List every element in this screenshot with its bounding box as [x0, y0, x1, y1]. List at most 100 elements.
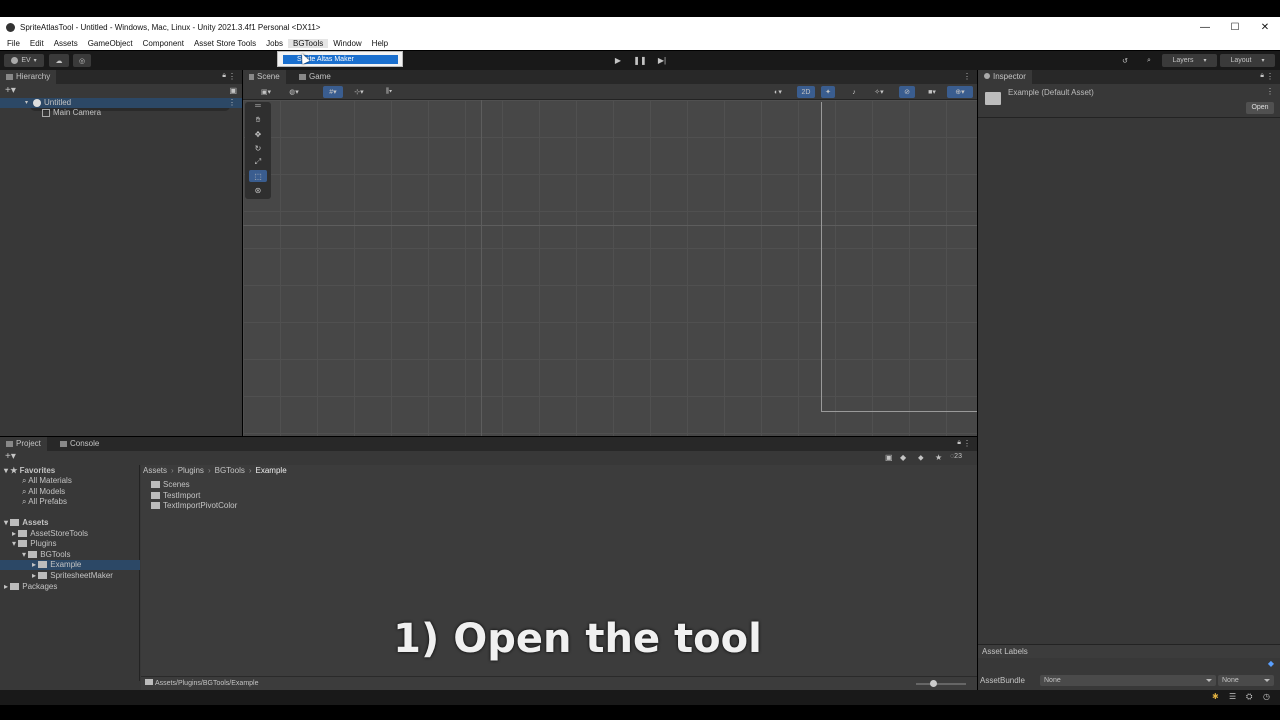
star-icon[interactable]: ★ [935, 453, 942, 462]
more-options-icon[interactable]: ⋮ [963, 72, 971, 81]
account-button[interactable]: EV ▾ [4, 54, 44, 67]
history-button[interactable]: ↺ [1116, 54, 1134, 67]
layers-dropdown[interactable]: Layers ▾ [1162, 54, 1217, 67]
2d-mode-toggle[interactable]: 2D [797, 86, 815, 98]
tab-console[interactable]: Console [54, 437, 105, 451]
menu-help[interactable]: Help [367, 39, 393, 48]
window-title: SpriteAtlasTool - Untitled - Windows, Ma… [20, 22, 321, 32]
collab-button[interactable]: ◎ [73, 54, 91, 67]
gizmos-dropdown[interactable]: ⊕▾ [947, 86, 973, 98]
more-options-icon[interactable]: ⋮ [1266, 72, 1274, 81]
pause-button[interactable]: ❚❚ [630, 54, 650, 67]
menu-window[interactable]: Window [328, 39, 366, 48]
lock-icon[interactable]: 🔒︎ [222, 72, 226, 80]
tree-bgtools[interactable]: ▾ BGTools [22, 550, 70, 560]
progress-icon[interactable]: ◷ [1263, 692, 1270, 701]
increment-snap-toggle[interactable]: ⊹▾ [349, 86, 369, 98]
camera-dropdown[interactable]: ■▾ [921, 86, 943, 98]
tab-hierarchy[interactable]: Hierarchy [0, 70, 57, 84]
transform-tool[interactable]: ⊛ [249, 184, 267, 196]
lock-icon[interactable]: 🔒︎ [1260, 72, 1264, 80]
bug-icon[interactable]: ✱ [1212, 692, 1219, 701]
rotate-tool[interactable]: ↻ [249, 142, 267, 154]
list-item[interactable]: TestImport [151, 491, 200, 501]
favorites-row[interactable]: ▾ ★ Favorites [4, 466, 55, 476]
hierarchy-item-main-camera[interactable]: Main Camera [0, 108, 242, 118]
drag-handle[interactable]: ═ [249, 101, 267, 110]
icon-size-slider[interactable] [916, 683, 966, 685]
asset-bundle-select[interactable]: None [1040, 675, 1216, 686]
tab-project[interactable]: Project [0, 437, 47, 451]
tree-spritesheet-maker[interactable]: ▸ SpritesheetMaker [32, 571, 113, 581]
tab-game[interactable]: Game [293, 70, 337, 84]
scale-tool[interactable]: ⤢ [249, 156, 267, 168]
icon-size-slider-handle[interactable] [930, 680, 937, 687]
menu-component[interactable]: Component [138, 39, 189, 48]
menu-asset-store-tools[interactable]: Asset Store Tools [189, 39, 261, 48]
shading-dropdown[interactable]: ◐▾ [767, 86, 789, 98]
add-icon[interactable]: +▾ [5, 85, 16, 96]
hidden-packages-toggle[interactable]: ◌23 [950, 453, 962, 460]
label-tag-icon[interactable]: ◆ [1268, 657, 1274, 671]
breadcrumb-item[interactable]: Plugins [178, 466, 204, 475]
rect-tool[interactable]: ⬚ [249, 170, 267, 182]
scene-root-row[interactable]: ▾ Untitled ⋮ [0, 98, 242, 108]
menu-file[interactable]: File [2, 39, 25, 48]
menu-edit[interactable]: Edit [25, 39, 49, 48]
close-button[interactable]: ✕ [1250, 17, 1280, 37]
network-icon[interactable]: ⛭ [1246, 692, 1252, 702]
menu-bgtools[interactable]: BGTools [287, 39, 329, 48]
favorite-item[interactable]: ⌕ All Models [22, 487, 65, 497]
tree-example[interactable]: ▸ Example [0, 560, 140, 570]
list-item[interactable]: TextImportPivotColor [151, 501, 237, 511]
tab-scene[interactable]: Scene [243, 70, 286, 84]
favorite-item[interactable]: ⌕ All Prefabs [22, 497, 67, 507]
open-button[interactable]: Open [1246, 102, 1274, 114]
maximize-button[interactable]: ☐ [1220, 17, 1250, 37]
layout-label: Layout [1230, 57, 1252, 64]
lock-icon[interactable]: 🔒︎ [957, 439, 961, 447]
tree-plugins[interactable]: ▾ Plugins [12, 539, 57, 549]
favorite-item[interactable]: ⌕ All Materials [22, 476, 72, 486]
asset-variant-select[interactable]: None [1218, 675, 1274, 686]
menu-assets[interactable]: Assets [49, 39, 83, 48]
filter-label-icon[interactable]: ◆ [900, 453, 906, 462]
add-icon[interactable]: +▾ [5, 451, 16, 462]
draw-mode-dropdown[interactable]: ▣▾ [255, 86, 277, 98]
expand-arrow-icon[interactable]: ▾ [25, 98, 28, 108]
step-button[interactable]: ▶| [652, 54, 672, 67]
tree-asset-store-tools[interactable]: ▸ AssetStoreTools [12, 529, 88, 539]
tree-packages[interactable]: ▸ Packages [4, 582, 57, 592]
global-dropdown[interactable]: ◍▾ [283, 86, 305, 98]
menu-gameobject[interactable]: GameObject [83, 39, 138, 48]
filter-type-icon[interactable]: ▣ [885, 453, 893, 462]
breadcrumb-item[interactable]: Example [256, 466, 287, 475]
more-options-icon[interactable]: ⋮ [963, 439, 971, 448]
breadcrumb-item[interactable]: Assets [143, 466, 167, 475]
globe-icon: ◍▾ [289, 89, 299, 96]
menu-jobs[interactable]: Jobs [261, 39, 288, 48]
cloud-button[interactable]: ☁ [49, 54, 69, 67]
ruler-toggle[interactable]: ⫼▾ [377, 86, 401, 98]
effects-dropdown[interactable]: ✧▾ [869, 86, 889, 98]
grid-snap-toggle[interactable]: #▾ [323, 86, 343, 98]
audio-toggle[interactable]: ♪ [847, 86, 861, 98]
tag-icon[interactable]: ⬥ [918, 453, 924, 463]
visibility-toggle[interactable]: ⊘ [899, 86, 915, 98]
layers-stack-icon[interactable]: ☰ [1229, 692, 1236, 701]
breadcrumb-item[interactable]: BGTools [215, 466, 245, 475]
hand-tool[interactable]: ✋︎ [249, 114, 267, 126]
tab-inspector[interactable]: Inspector [978, 70, 1032, 84]
search-button[interactable]: ⌕ [1140, 54, 1158, 67]
search-options-icon[interactable]: ▣ [229, 86, 237, 95]
play-button[interactable]: ▶ [608, 54, 628, 67]
layout-dropdown[interactable]: Layout ▾ [1220, 54, 1275, 67]
tree-assets[interactable]: ▾ Assets [4, 518, 49, 528]
list-item[interactable]: Scenes [151, 480, 190, 490]
minimize-button[interactable]: — [1190, 17, 1220, 37]
lighting-toggle[interactable]: ✦ [821, 86, 835, 98]
more-options-icon[interactable]: ⋮ [228, 72, 236, 81]
more-options-icon[interactable]: ⋮ [228, 98, 236, 108]
settings-icon[interactable]: ⋮ [1266, 87, 1274, 96]
move-tool[interactable]: ✥ [249, 128, 267, 140]
